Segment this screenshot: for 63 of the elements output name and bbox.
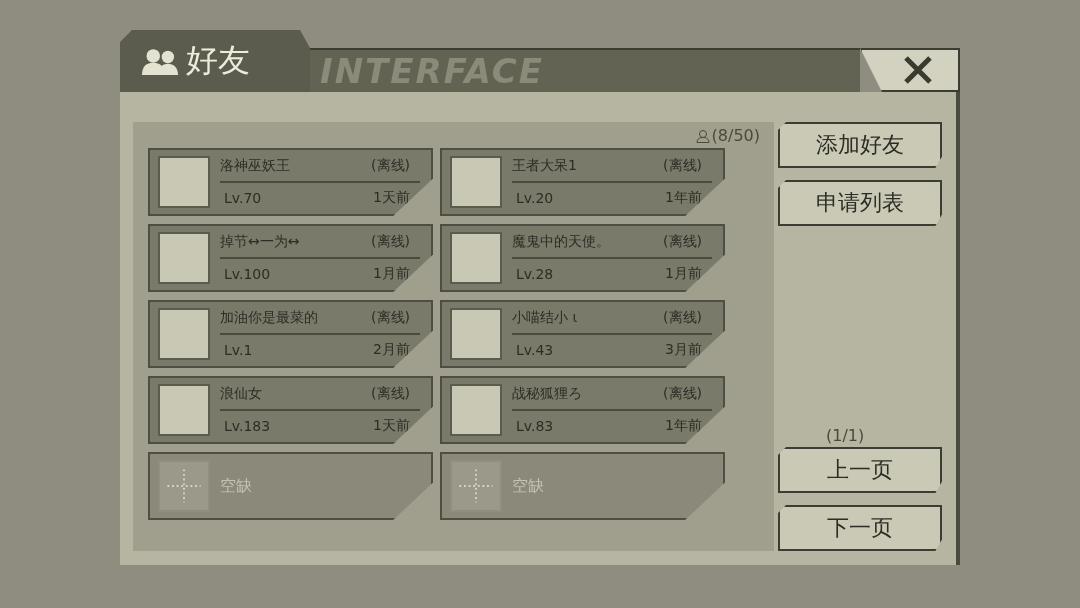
- last-seen: 1年前: [665, 417, 702, 435]
- status-label: (离线): [663, 309, 702, 327]
- avatar-placeholder: [450, 308, 502, 360]
- last-seen: 1天前: [373, 189, 410, 207]
- plus-icon: [450, 460, 502, 512]
- action-button[interactable]: 添加好友: [778, 122, 942, 168]
- friend-card[interactable]: 洛神巫妖王 (离线) Lv.70 1天前: [148, 148, 433, 216]
- friend-name: 洛神巫妖王: [220, 157, 290, 175]
- status-label: (离线): [371, 309, 410, 327]
- plus-icon: [158, 460, 210, 512]
- friend-name: 掉节↔一为↔: [220, 233, 300, 251]
- avatar-placeholder: [158, 384, 210, 436]
- avatar-placeholder: [158, 308, 210, 360]
- window-title: 好友: [186, 40, 250, 81]
- status-label: (离线): [663, 385, 702, 403]
- friend-card[interactable]: 浪仙女 (离线) Lv.183 1天前: [148, 376, 433, 444]
- empty-label: 空缺: [512, 475, 544, 497]
- status-label: (离线): [371, 157, 410, 175]
- friend-name: 王者大呆1: [512, 157, 577, 175]
- friend-name: 浪仙女: [220, 385, 262, 403]
- level-label: Lv.1: [223, 342, 253, 358]
- people-icon: [142, 47, 178, 75]
- avatar-placeholder: [158, 156, 210, 208]
- avatar-placeholder: [450, 384, 502, 436]
- level-label: Lv.28: [515, 266, 554, 282]
- empty-label: 空缺: [220, 475, 252, 497]
- friend-card[interactable]: 魔鬼中的天使。 (离线) Lv.28 1月前: [440, 224, 725, 292]
- status-label: (离线): [663, 157, 702, 175]
- page-button[interactable]: 上一页: [778, 447, 942, 493]
- last-seen: 1天前: [373, 417, 410, 435]
- friend-name: 战秘狐狸ろ: [512, 385, 582, 403]
- friend-card[interactable]: 小喵结小 ι (离线) Lv.43 3月前: [440, 300, 725, 368]
- last-seen: 1月前: [373, 265, 410, 283]
- level-label: Lv.83: [515, 418, 554, 434]
- last-seen: 2月前: [373, 341, 410, 359]
- page-button[interactable]: 下一页: [778, 505, 942, 551]
- friend-count-text: (8/50): [711, 126, 760, 145]
- last-seen: 1月前: [665, 265, 702, 283]
- person-icon: [695, 128, 710, 143]
- level-label: Lv.183: [223, 418, 271, 434]
- page-indicator: (1/1): [826, 426, 865, 445]
- action-button[interactable]: 申请列表: [778, 180, 942, 226]
- avatar-placeholder: [450, 156, 502, 208]
- last-seen: 1年前: [665, 189, 702, 207]
- friend-name: 小喵结小 ι: [512, 309, 578, 327]
- friend-card[interactable]: 加油你是最菜的 (离线) Lv.1 2月前: [148, 300, 433, 368]
- close-icon: [903, 55, 933, 85]
- level-label: Lv.20: [515, 190, 554, 206]
- friend-card[interactable]: 掉节↔一为↔ (离线) Lv.100 1月前: [148, 224, 433, 292]
- friend-name: 加油你是最菜的: [220, 309, 318, 327]
- level-label: Lv.43: [515, 342, 554, 358]
- level-label: Lv.70: [223, 190, 262, 206]
- status-label: (离线): [371, 233, 410, 251]
- avatar-placeholder: [158, 232, 210, 284]
- level-label: Lv.100: [223, 266, 271, 282]
- status-label: (离线): [663, 233, 702, 251]
- friend-card[interactable]: 战秘狐狸ろ (离线) Lv.83 1年前: [440, 376, 725, 444]
- close-button[interactable]: [860, 48, 960, 92]
- avatar-placeholder: [450, 232, 502, 284]
- status-label: (离线): [371, 385, 410, 403]
- last-seen: 3月前: [665, 341, 702, 359]
- friend-name: 魔鬼中的天使。: [512, 233, 610, 251]
- friend-card[interactable]: 王者大呆1 (离线) Lv.20 1年前: [440, 148, 725, 216]
